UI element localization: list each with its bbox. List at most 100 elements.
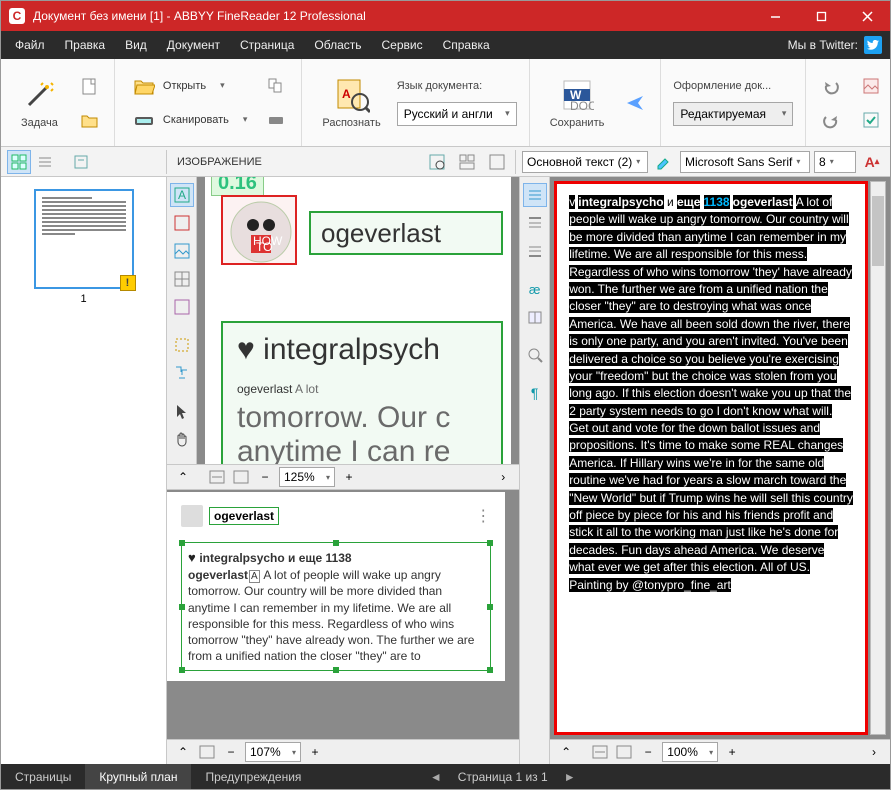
text-mode-header[interactable] <box>523 211 547 235</box>
image-editor-button[interactable] <box>858 73 884 99</box>
dictionary-button[interactable] <box>523 305 547 329</box>
lang-combo[interactable]: Русский и англи ▾ <box>397 102 517 126</box>
text-document[interactable]: v integralpsycho и еще 1138 ogeverlast A… <box>550 177 890 739</box>
zoom-in-button[interactable]: + <box>339 467 359 487</box>
verify-button[interactable] <box>858 107 884 133</box>
open-button[interactable]: Открыть ▾ <box>127 72 253 100</box>
font-combo[interactable]: Microsoft Sans Serif▾ <box>680 151 810 173</box>
image-options-button[interactable] <box>485 150 509 174</box>
bg-picture-tool[interactable] <box>170 239 194 263</box>
twitter-link[interactable]: Мы в Twitter: <box>784 36 886 54</box>
fontsize-value: 8 <box>819 155 826 169</box>
wand-icon <box>21 77 57 113</box>
page-thumbnail-1[interactable]: ! <box>34 189 134 289</box>
closeup-zoom-combo[interactable]: 107%▾ <box>245 742 301 762</box>
read-area-button[interactable] <box>425 150 449 174</box>
recognize-button[interactable]: A Распознать <box>314 73 388 133</box>
nonprinting-button[interactable]: ¶ <box>523 381 547 405</box>
minimize-button[interactable] <box>752 1 798 31</box>
save-button[interactable]: WDOCX Сохранить <box>542 73 613 133</box>
menu-view[interactable]: Вид <box>115 34 157 56</box>
text-zoom-combo[interactable]: 100%▾ <box>662 742 718 762</box>
zoom-out-button[interactable]: − <box>638 742 658 762</box>
closeup-text-region[interactable]: ♥ integralpsycho и еще 1138 ogeverlastA … <box>181 542 491 671</box>
text-area-tool[interactable]: A <box>170 183 194 207</box>
fit-page-icon[interactable] <box>614 742 634 762</box>
toolrow: ИЗОБРАЖЕНИЕ Основной текст (2)▾ Microsof… <box>1 147 890 177</box>
picture-area-tool[interactable] <box>170 211 194 235</box>
pointer-tool[interactable] <box>170 399 194 423</box>
add-scan-button[interactable] <box>263 107 289 133</box>
status-tab-closeup[interactable]: Крупный план <box>85 764 191 789</box>
recognition-area-tool[interactable] <box>170 333 194 357</box>
scrollbar-thumb[interactable] <box>872 196 884 266</box>
image-zoom-combo[interactable]: 125%▾ <box>279 467 335 487</box>
save-label: Сохранить <box>550 117 605 129</box>
zoom-in-button[interactable]: + <box>722 742 742 762</box>
details-view-button[interactable] <box>33 150 57 174</box>
image-canvas[interactable]: 0.16 HOWTO ogeverlast ♥ integralpsych og… <box>197 177 519 464</box>
status-tab-warnings[interactable]: Предупреждения <box>191 764 315 789</box>
new-doc-button[interactable] <box>76 73 102 99</box>
tp-body: A lot of people will wake up angry tomor… <box>569 195 853 592</box>
zoom-out-button[interactable]: − <box>255 467 275 487</box>
page-indicator: Страница 1 из 1 <box>458 770 548 784</box>
text-toolbar: æ ¶ <box>520 177 550 764</box>
text-mode-footer[interactable] <box>523 239 547 263</box>
close-button[interactable] <box>844 1 890 31</box>
maximize-button[interactable] <box>798 1 844 31</box>
closeup-first-line: integralpsycho и еще 1138 <box>199 551 351 565</box>
menu-page[interactable]: Страница <box>230 34 304 56</box>
recognized-text-block[interactable]: v integralpsycho и еще 1138 ogeverlast A… <box>554 181 868 735</box>
vertical-scrollbar[interactable] <box>870 181 886 735</box>
fontsize-combo[interactable]: 8▾ <box>814 151 856 173</box>
find-button[interactable] <box>523 343 547 367</box>
text-mode-body[interactable] <box>523 183 547 207</box>
table-area-tool[interactable] <box>170 267 194 291</box>
status-tab-pages[interactable]: Страницы <box>1 764 85 789</box>
order-tool[interactable] <box>170 361 194 385</box>
send-button[interactable] <box>622 90 648 116</box>
menu-file[interactable]: Файл <box>5 34 55 56</box>
layout-combo[interactable]: Редактируемая ▾ <box>673 102 793 126</box>
closeup-area: ogeverlast ⋮ ♥ integralpsycho и еще 1138… <box>167 489 519 764</box>
task-button[interactable]: Задача <box>13 73 66 133</box>
page-next-button[interactable]: ► <box>564 770 576 784</box>
redo-button[interactable] <box>818 107 844 133</box>
zoom-in-button[interactable]: + <box>305 742 325 762</box>
fit-icon[interactable] <box>197 742 217 762</box>
add-page-button[interactable] <box>263 73 289 99</box>
menu-help[interactable]: Справка <box>433 34 500 56</box>
fit-width-icon[interactable] <box>207 467 227 487</box>
menu-area[interactable]: Область <box>304 34 371 56</box>
image-region[interactable]: HOWTO <box>221 195 297 265</box>
thumbnails-view-button[interactable] <box>7 150 31 174</box>
barcode-tool[interactable] <box>170 295 194 319</box>
menu-edit[interactable]: Правка <box>55 34 116 56</box>
text-region-body[interactable]: ♥ integralpsych ogeverlast A lot tomorro… <box>221 321 503 464</box>
scroll-right-icon[interactable]: › <box>864 742 884 762</box>
collapse-up-icon[interactable]: ⌃ <box>173 742 193 762</box>
menu-service[interactable]: Сервис <box>372 34 433 56</box>
zoom-out-button[interactable]: − <box>221 742 241 762</box>
page-prev-button[interactable]: ◄ <box>430 770 442 784</box>
collapse-up-icon[interactable]: ⌃ <box>173 467 193 487</box>
highlighter-button[interactable] <box>652 150 676 174</box>
more-icon[interactable]: ⋮ <box>475 506 491 526</box>
open-doc-button[interactable] <box>76 107 102 133</box>
increase-font-button[interactable]: A▴ <box>860 150 884 174</box>
analyze-button[interactable] <box>455 150 479 174</box>
text-region-username[interactable]: ogeverlast <box>309 211 503 255</box>
special-chars-button[interactable]: æ <box>523 277 547 301</box>
closeup-canvas[interactable]: ogeverlast ⋮ ♥ integralpsycho и еще 1138… <box>167 490 519 739</box>
fit-width-icon[interactable] <box>590 742 610 762</box>
scan-button[interactable]: Сканировать ▾ <box>127 106 253 134</box>
style-combo[interactable]: Основной текст (2)▾ <box>522 151 648 173</box>
scroll-right-icon[interactable]: › <box>493 467 513 487</box>
fit-page-icon[interactable] <box>231 467 251 487</box>
hand-tool[interactable] <box>170 427 194 451</box>
menu-document[interactable]: Документ <box>157 34 230 56</box>
collapse-up-icon[interactable]: ⌃ <box>556 742 576 762</box>
props-button[interactable] <box>69 150 93 174</box>
undo-button[interactable] <box>818 73 844 99</box>
